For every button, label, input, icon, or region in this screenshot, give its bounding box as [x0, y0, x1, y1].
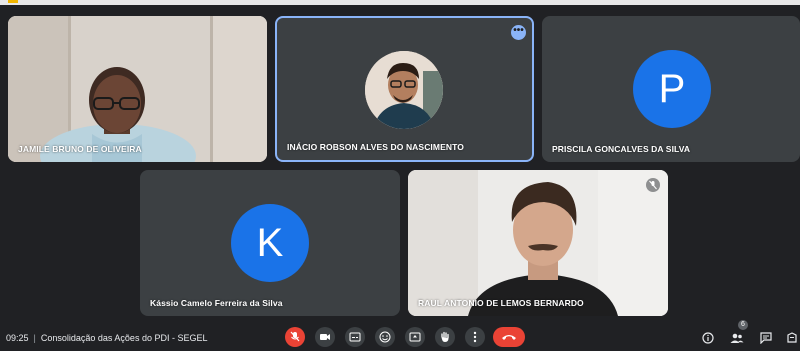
participant-video	[408, 170, 668, 316]
participant-name: PRISCILA GONCALVES DA SILVA	[552, 144, 691, 154]
meeting-info: 09:25 | Consolidação das Ações do PDI - SE…	[6, 333, 207, 343]
participant-photo-avatar	[365, 51, 443, 129]
participant-name: JAMILE BRUNO DE OLIVEIRA	[18, 144, 142, 154]
info-icon[interactable]	[700, 330, 716, 346]
recording-indicator	[8, 0, 18, 3]
separator: |	[33, 333, 36, 343]
participant-name: INÁCIO ROBSON ALVES DO NASCIMENTO	[287, 142, 464, 152]
participant-tile-raul[interactable]: RAUL ANTONIO DE LEMOS BERNARDO	[408, 170, 668, 316]
participant-name: Kássio Camelo Ferreira da Silva	[150, 298, 283, 308]
present-icon[interactable]	[405, 327, 425, 347]
participant-video	[8, 16, 267, 162]
people-icon[interactable]	[729, 330, 745, 346]
meeting-time: 09:25	[6, 333, 29, 343]
hang-up-icon[interactable]	[493, 327, 525, 347]
participant-tile-jamile[interactable]: JAMILE BRUNO DE OLIVEIRA	[8, 16, 267, 162]
participant-letter-avatar: K	[231, 204, 309, 282]
browser-top-strip	[0, 0, 800, 5]
raise-hand-icon[interactable]	[435, 327, 455, 347]
more-options-icon[interactable]: •••	[511, 25, 526, 40]
emoji-icon[interactable]	[375, 327, 395, 347]
participant-tile-kassio[interactable]: K Kássio Camelo Ferreira da Silva	[140, 170, 400, 316]
participant-tile-inacio[interactable]: ••• INÁCIO ROBSON ALVES DO NASCIMENTO	[275, 16, 534, 162]
camera-icon[interactable]	[315, 327, 335, 347]
people-count-badge: 6	[738, 320, 748, 330]
more-options-icon[interactable]	[465, 327, 485, 347]
participant-name: RAUL ANTONIO DE LEMOS BERNARDO	[418, 298, 584, 308]
participant-tile-priscila[interactable]: P PRISCILA GONCALVES DA SILVA	[542, 16, 800, 162]
mic-off-icon	[646, 178, 660, 192]
meeting-title: Consolidação das Ações do PDI - SEGEL	[40, 333, 208, 343]
activities-icon[interactable]	[784, 330, 800, 346]
captions-icon[interactable]	[345, 327, 365, 347]
chat-icon[interactable]	[758, 330, 774, 346]
mic-off-icon[interactable]	[285, 327, 305, 347]
participant-letter-avatar: P	[633, 50, 711, 128]
